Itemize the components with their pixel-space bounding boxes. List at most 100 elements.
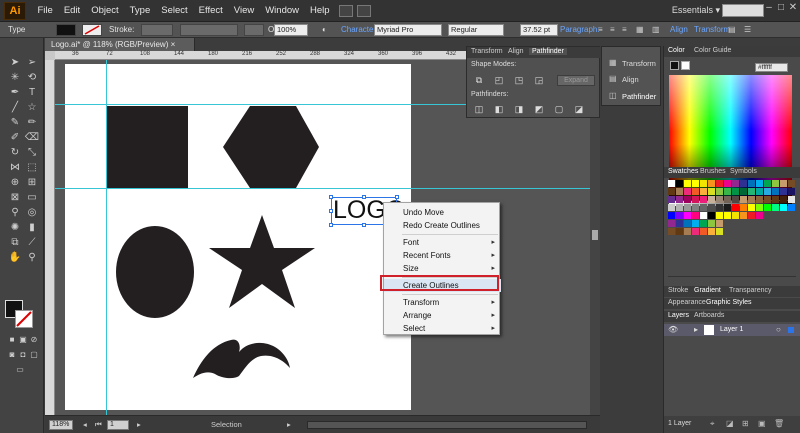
- color-swatch[interactable]: [732, 188, 739, 195]
- tab-swatches[interactable]: Swatches: [668, 168, 698, 175]
- direct-selection-tool-icon[interactable]: ➢: [24, 56, 40, 70]
- color-swatch[interactable]: [748, 180, 755, 187]
- color-swatch[interactable]: [740, 196, 747, 203]
- color-swatch[interactable]: [788, 204, 795, 211]
- color-swatch[interactable]: [716, 212, 723, 219]
- color-swatch[interactable]: [724, 204, 731, 211]
- align-center-icon[interactable]: ≡: [610, 25, 615, 34]
- merge-icon[interactable]: ◨: [513, 104, 525, 114]
- free-transform-tool-icon[interactable]: ⬚: [24, 161, 40, 175]
- perspective-grid-tool-icon[interactable]: ⊞: [24, 176, 40, 190]
- color-swatch[interactable]: [724, 196, 731, 203]
- menu-select[interactable]: Select: [156, 5, 193, 16]
- color-swatch[interactable]: [676, 180, 683, 187]
- tab-artboards[interactable]: Artboards: [694, 312, 724, 319]
- color-swatch[interactable]: [692, 180, 699, 187]
- stroke-indicator[interactable]: [681, 61, 690, 70]
- ellipse-shape[interactable]: [116, 226, 194, 318]
- minus-back-icon[interactable]: ◪: [573, 104, 585, 114]
- color-swatch[interactable]: [772, 204, 779, 211]
- opacity-field[interactable]: 100%: [274, 24, 308, 36]
- menu-window[interactable]: Window: [260, 5, 305, 16]
- resize-handle[interactable]: [329, 223, 333, 227]
- menu-item-redo-create-outlines[interactable]: Redo Create Outlines: [384, 219, 501, 232]
- clipping-mask-icon[interactable]: ◪: [726, 419, 734, 428]
- close-window-icon[interactable]: ✕: [788, 3, 798, 13]
- color-swatch[interactable]: [676, 204, 683, 211]
- ruler-origin[interactable]: [45, 51, 55, 60]
- paintbrush-tool-icon[interactable]: ✎: [7, 116, 23, 130]
- color-swatch[interactable]: [732, 212, 739, 219]
- tab-color-guide[interactable]: Color Guide: [694, 47, 731, 54]
- menu-type[interactable]: Type: [124, 5, 156, 16]
- color-swatch[interactable]: [668, 212, 675, 219]
- color-swatch[interactable]: [708, 220, 715, 227]
- color-swatch[interactable]: [684, 220, 691, 227]
- color-swatch[interactable]: [764, 204, 771, 211]
- color-swatch[interactable]: [756, 196, 763, 203]
- color-swatch[interactable]: [700, 228, 707, 235]
- screen-mode-icon[interactable]: ▭: [12, 363, 28, 377]
- line-tool-icon[interactable]: ╱: [7, 101, 23, 115]
- color-swatch[interactable]: [692, 196, 699, 203]
- width-tool-icon[interactable]: ⋈: [7, 161, 23, 175]
- color-swatch[interactable]: [772, 196, 779, 203]
- color-swatch[interactable]: [748, 196, 755, 203]
- selection-indicator[interactable]: [788, 327, 794, 333]
- tab-pathfinder[interactable]: Pathfinder: [529, 48, 567, 55]
- font-style-field[interactable]: Regular: [448, 24, 504, 36]
- scrollbar-thumb[interactable]: [592, 230, 598, 240]
- color-swatch[interactable]: [788, 196, 795, 203]
- rotate-tool-icon[interactable]: ↻: [7, 146, 23, 160]
- color-swatch[interactable]: [708, 228, 715, 235]
- color-swatch[interactable]: [732, 196, 739, 203]
- color-swatch[interactable]: [692, 228, 699, 235]
- color-swatch[interactable]: [684, 228, 691, 235]
- expand-button[interactable]: Expand: [557, 75, 595, 86]
- eraser-tool-icon[interactable]: ⌫: [24, 131, 40, 145]
- new-layer-icon[interactable]: ▣: [758, 419, 766, 428]
- resize-handle[interactable]: [395, 195, 399, 199]
- color-swatch[interactable]: [732, 180, 739, 187]
- tab-brushes[interactable]: Brushes: [700, 168, 726, 175]
- color-swatch[interactable]: [700, 188, 707, 195]
- font-family-field[interactable]: Myriad Pro: [374, 24, 442, 36]
- outline-icon[interactable]: ▢: [553, 104, 565, 114]
- menu-help[interactable]: Help: [305, 5, 336, 16]
- tab-layers[interactable]: Layers: [668, 312, 689, 319]
- isolate-icon[interactable]: ▤: [728, 25, 736, 34]
- color-swatch[interactable]: [764, 188, 771, 195]
- color-swatch[interactable]: [684, 188, 691, 195]
- tab-transform[interactable]: Transform: [471, 48, 503, 55]
- transform-link[interactable]: Transform: [694, 25, 730, 34]
- mustache-shape[interactable]: [193, 339, 290, 379]
- color-swatch[interactable]: [684, 204, 691, 211]
- color-swatch[interactable]: [668, 180, 675, 187]
- document-tab[interactable]: Logo.ai* @ 118% (RGB/Preview) ×: [45, 38, 195, 51]
- color-swatch[interactable]: [780, 180, 787, 187]
- slice-tool-icon[interactable]: ⟋: [24, 236, 40, 250]
- blend-tool-icon[interactable]: ◎: [24, 206, 40, 220]
- menu-item-size[interactable]: Size ▸: [384, 262, 501, 275]
- color-swatch[interactable]: [700, 220, 707, 227]
- unite-icon[interactable]: ⧉: [473, 75, 485, 85]
- color-swatch[interactable]: [748, 188, 755, 195]
- color-swatch[interactable]: [716, 228, 723, 235]
- tab-align[interactable]: Align: [508, 48, 524, 55]
- color-swatch[interactable]: [740, 188, 747, 195]
- close-tab-icon[interactable]: ×: [171, 40, 176, 49]
- tab-appearance[interactable]: Appearance: [668, 299, 706, 306]
- color-swatch[interactable]: [764, 180, 771, 187]
- color-swatch[interactable]: [676, 220, 683, 227]
- workspace-switcher[interactable]: Essentials ▾: [672, 5, 720, 16]
- mesh-tool-icon[interactable]: ⊠: [7, 191, 23, 205]
- color-swatch[interactable]: [692, 212, 699, 219]
- color-swatch[interactable]: [676, 196, 683, 203]
- brush-definition[interactable]: [244, 24, 264, 36]
- color-swatch[interactable]: [756, 212, 763, 219]
- gradient-tool-icon[interactable]: ▭: [24, 191, 40, 205]
- tab-stroke[interactable]: Stroke: [668, 287, 688, 294]
- menu-object[interactable]: Object: [86, 5, 124, 16]
- tab-gradient[interactable]: Gradient: [694, 287, 721, 294]
- scale-tool-icon[interactable]: ⤡: [24, 146, 40, 160]
